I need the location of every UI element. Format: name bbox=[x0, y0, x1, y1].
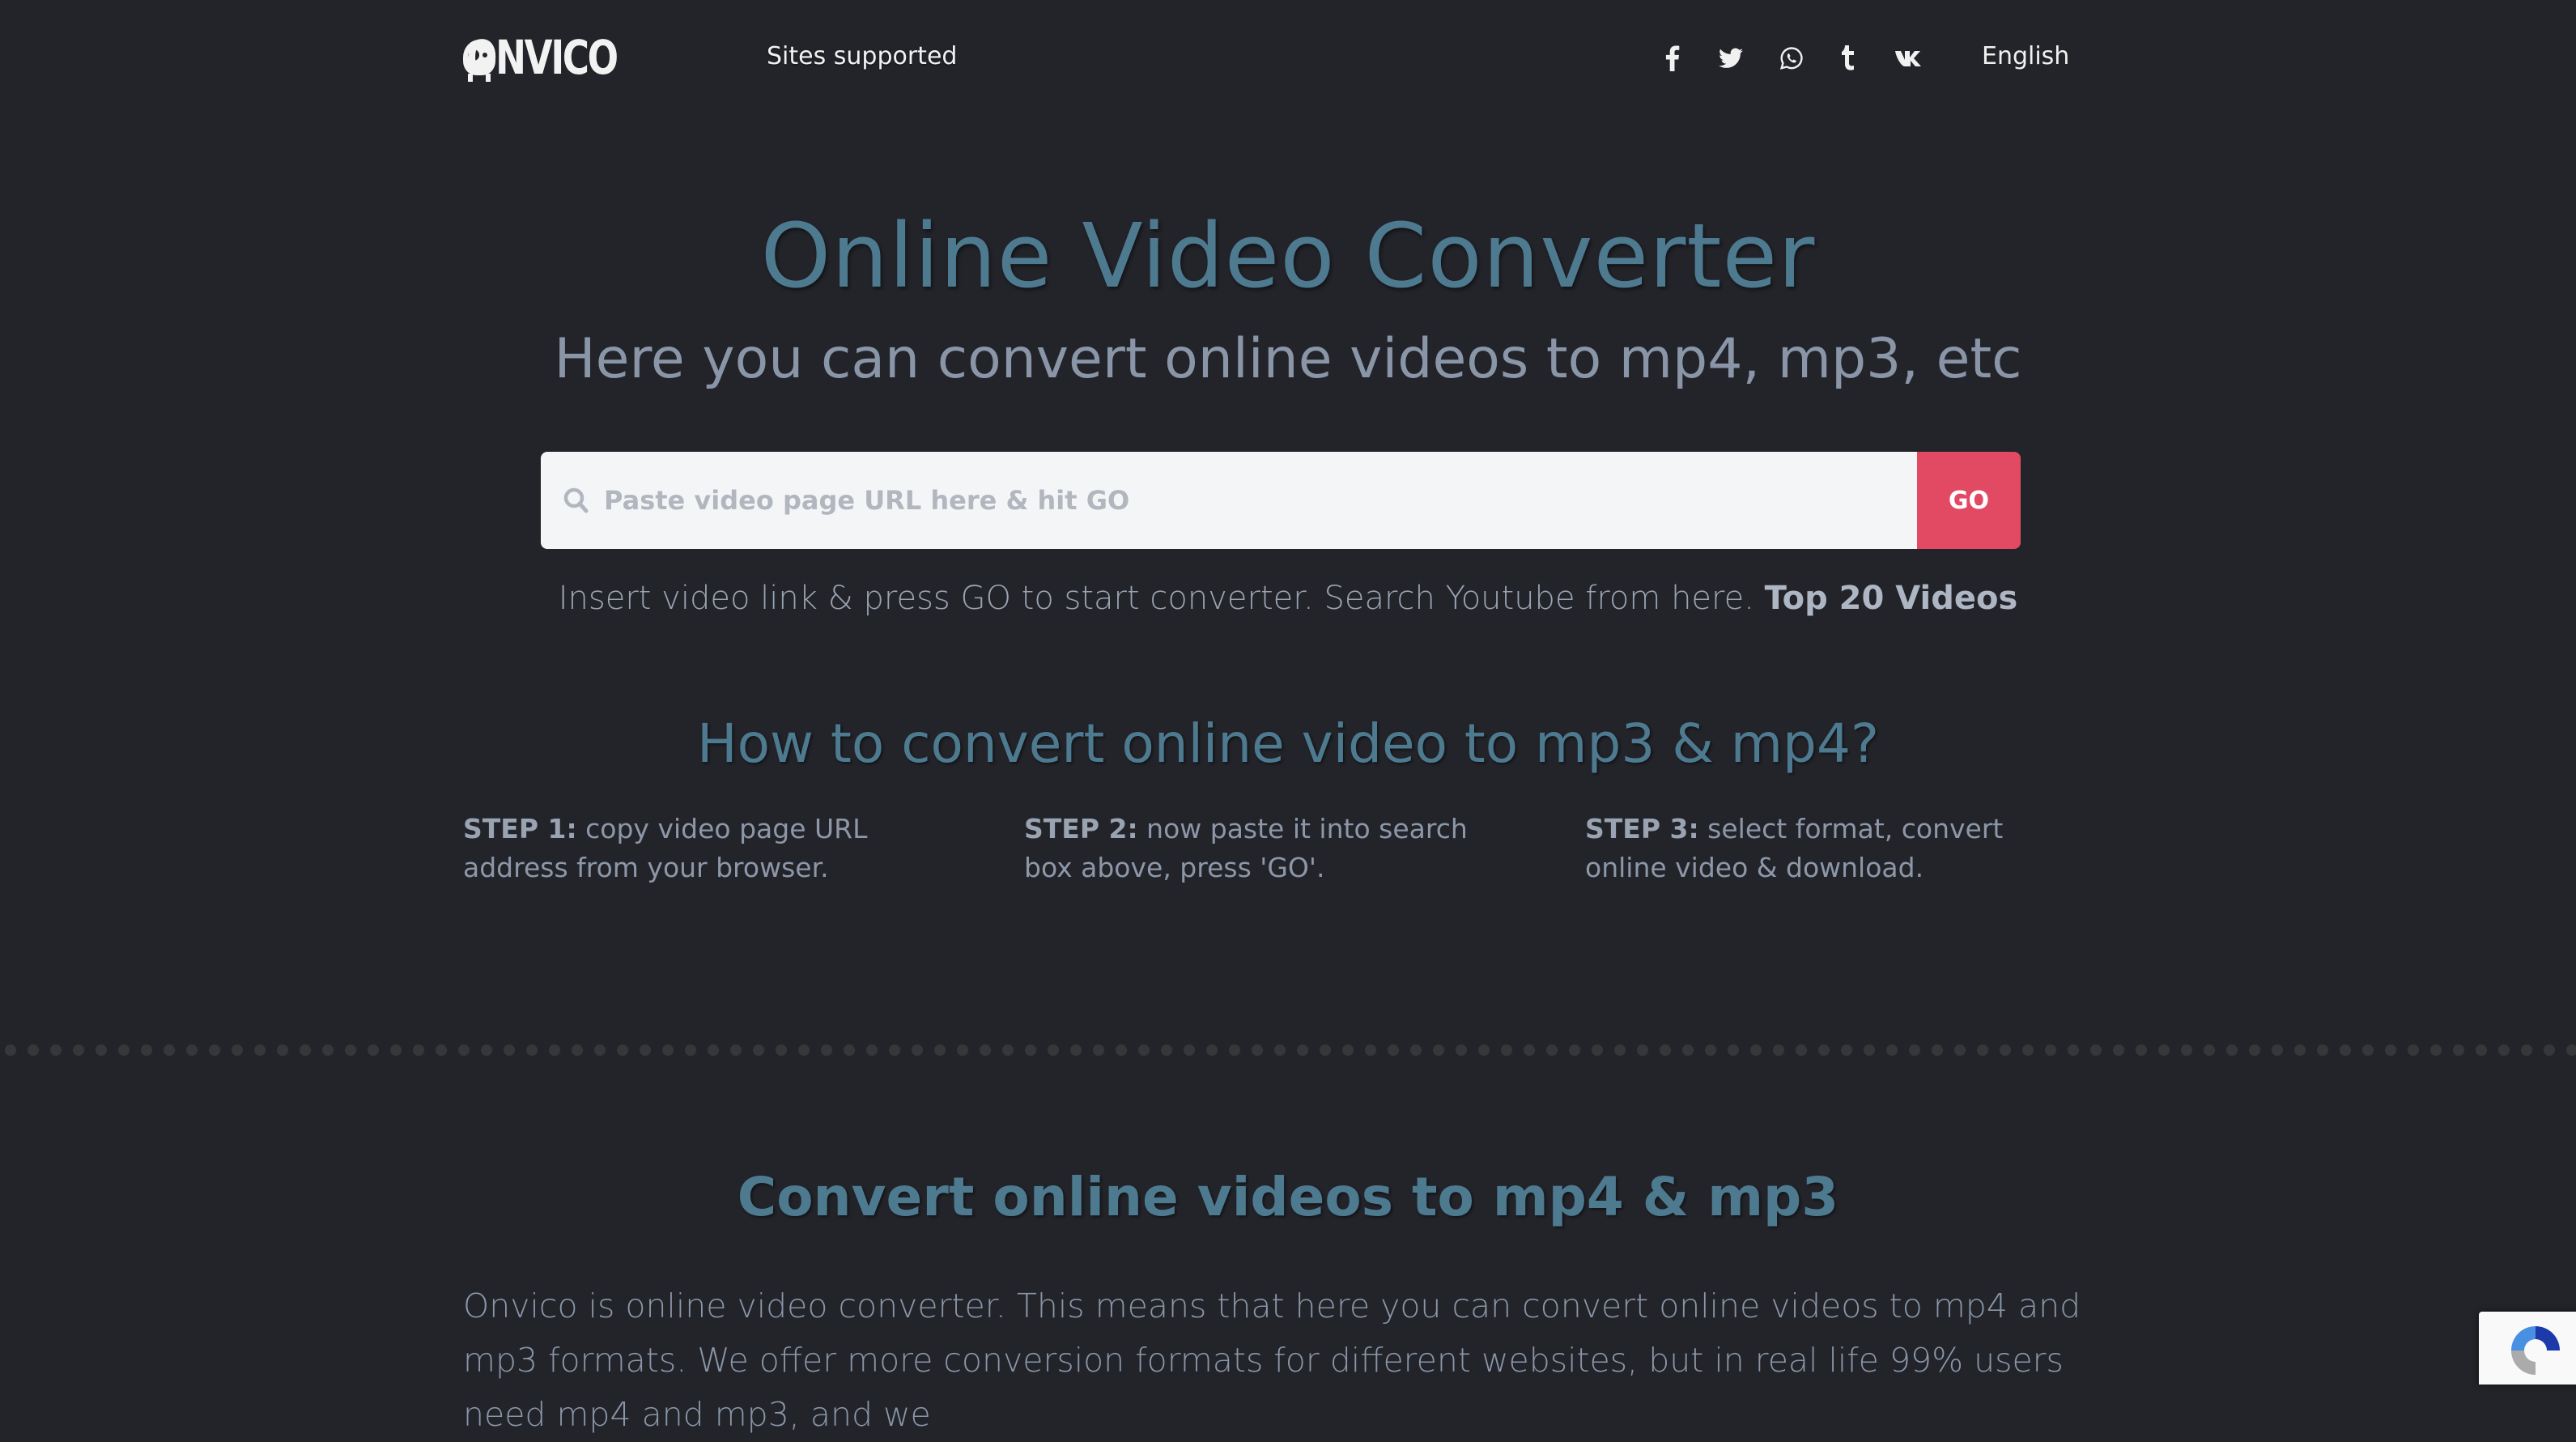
search-form: GO bbox=[541, 452, 2021, 549]
recaptcha-badge[interactable] bbox=[2479, 1312, 2576, 1385]
whatsapp-share-link[interactable] bbox=[1775, 40, 1808, 76]
twitter-icon bbox=[1719, 48, 1743, 68]
whatsapp-icon bbox=[1779, 47, 1803, 70]
search-box bbox=[541, 452, 1917, 549]
tumblr-icon bbox=[1842, 45, 1854, 70]
vk-icon bbox=[1895, 51, 1921, 66]
facebook-icon bbox=[1665, 45, 1680, 71]
hint-text: Insert video link & press GO to start co… bbox=[558, 580, 1754, 617]
nav-sites-supported[interactable]: Sites supported bbox=[767, 42, 957, 70]
about-paragraph: Onvico is online video converter. This m… bbox=[463, 1287, 2081, 1434]
tumblr-share-link[interactable] bbox=[1834, 40, 1866, 76]
go-button[interactable]: GO bbox=[1917, 452, 2021, 549]
facebook-share-link[interactable] bbox=[1656, 40, 1689, 76]
url-search-input[interactable] bbox=[604, 452, 1899, 549]
page-subtitle: Here you can convert online videos to mp… bbox=[554, 327, 2022, 391]
how-to-heading: How to convert online video to mp3 & mp4… bbox=[697, 712, 1879, 775]
search-icon bbox=[563, 487, 589, 513]
vk-share-link[interactable] bbox=[1893, 40, 1925, 76]
step-label: STEP 3: bbox=[1585, 813, 1699, 844]
page-title: Online Video Converter bbox=[760, 204, 1816, 308]
dotted-divider bbox=[0, 1043, 2576, 1057]
language-selector[interactable]: English bbox=[1982, 42, 2069, 70]
twitter-share-link[interactable] bbox=[1715, 40, 1747, 76]
site-logo[interactable]: ONVICO bbox=[461, 32, 659, 83]
step-3: STEP 3: select format, convert online vi… bbox=[1585, 810, 2071, 887]
step-2: STEP 2: now paste it into search box abo… bbox=[1024, 810, 1477, 887]
mascot-icon bbox=[461, 33, 495, 82]
step-1: STEP 1: copy video page URL address from… bbox=[463, 810, 949, 887]
logo-text: ONVICO bbox=[465, 30, 618, 85]
search-hint: Insert video link & press GO to start co… bbox=[0, 580, 2576, 617]
about-heading: Convert online videos to mp4 & mp3 bbox=[737, 1166, 1839, 1228]
step-label: STEP 2: bbox=[1024, 813, 1138, 844]
recaptcha-icon bbox=[2511, 1326, 2560, 1375]
top-20-videos-link[interactable]: Top 20 Videos bbox=[1765, 580, 2018, 617]
step-label: STEP 1: bbox=[463, 813, 577, 844]
